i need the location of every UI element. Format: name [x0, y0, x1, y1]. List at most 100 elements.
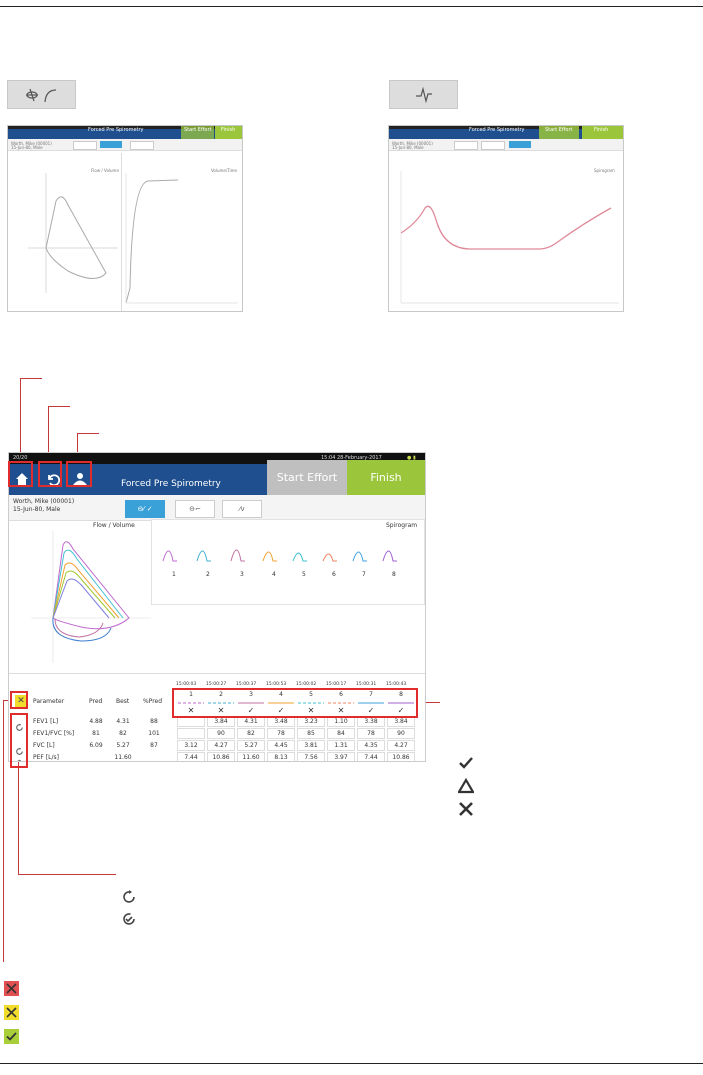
trial-value-cell [207, 752, 235, 761]
trial-time: 15:00:27 [206, 682, 227, 687]
row-parameter: PEF [L/s] [33, 754, 59, 761]
refresh-check-icon [121, 911, 137, 927]
trial-value-cell [267, 728, 295, 739]
thumb-tab-active [100, 141, 122, 148]
highlight-back [38, 461, 62, 487]
trial-value-cell [357, 740, 385, 751]
status-yellow-icon [4, 1005, 19, 1020]
top-rule [0, 6, 703, 7]
flow-volume-chart [31, 531, 151, 663]
annotation-line [3, 700, 4, 962]
row-best: 4.31 [116, 718, 130, 725]
highlight-home [8, 461, 33, 487]
trial-value-cell [327, 740, 355, 751]
spiro-trial-label: 2 [206, 571, 210, 578]
spirogram-chart [162, 549, 397, 562]
trial-time: 15:00:31 [356, 682, 377, 687]
trial-time: 15:00:17 [326, 682, 347, 687]
trial-value-cell [207, 740, 235, 751]
flow-volume-mode-button[interactable] [7, 80, 76, 109]
trial-value-cell [327, 752, 355, 761]
highlight-patient [66, 461, 92, 487]
thumb-finish-label: Finish [221, 127, 236, 133]
triangle-icon [458, 778, 474, 794]
row-pctpred: 101 [148, 730, 160, 737]
trial-value-cell [387, 752, 415, 761]
trial-value-cell [357, 728, 385, 739]
annotation-line [48, 406, 70, 407]
page-title: Forced Pre Spirometry [121, 479, 221, 489]
thumb-start-label: Start Effort [184, 127, 212, 133]
trial-value-cell [207, 728, 235, 739]
thumb-tab [130, 141, 154, 150]
trial-value-cell [267, 740, 295, 751]
status-green-icon [4, 1029, 19, 1044]
row-parameter: FEV1/FVC [%] [33, 730, 75, 737]
trial-time: 15:00:02 [296, 682, 317, 687]
row-pred: 81 [92, 730, 100, 737]
highlight-refresh-column [10, 713, 28, 768]
check-icon [458, 755, 474, 771]
bottom-rule [0, 1063, 703, 1064]
row-best: 11.60 [114, 754, 132, 761]
flow-volume-icon [26, 88, 57, 103]
row-best: 82 [119, 730, 127, 737]
thumb-patient-line2: 15-Jun-80, Male [392, 145, 424, 150]
spiro-trial-label: 1 [172, 571, 176, 578]
thumb-tab [454, 141, 478, 150]
trial-value-cell [297, 752, 325, 761]
col-pctpred: %Pred [143, 698, 163, 705]
thumb-start-label: Start Effort [545, 127, 573, 133]
spiro-trial-label: 8 [392, 571, 396, 578]
refresh-icon [121, 889, 137, 905]
annotation-line [20, 378, 21, 463]
row-pred: 4.88 [89, 718, 103, 725]
spiro-trial-label: 6 [332, 571, 336, 578]
start-effort-button[interactable]: Start Effort [267, 460, 347, 495]
annotation-line [18, 874, 116, 875]
thumb-tab [73, 141, 97, 150]
trial-value-cell [177, 752, 205, 761]
x-icon [458, 801, 474, 817]
patient-name: Worth, Mike (00001) [13, 498, 75, 505]
thumb-tab [481, 141, 505, 150]
annotation-line [77, 433, 99, 434]
trial-time: 15:00:37 [236, 682, 257, 687]
trial-value-cell [297, 740, 325, 751]
spirogram-thumbnail: Forced Pre Spirometry Start Effort Finis… [388, 125, 624, 312]
thumb-spirogram-curve [400, 171, 619, 304]
spirogram-icon [416, 86, 432, 104]
col-best: Best [116, 698, 130, 705]
trial-value-cell [177, 728, 205, 739]
annotation-line [20, 378, 42, 379]
trial-value-cell [357, 752, 385, 761]
row-parameter: FVC [L] [33, 742, 55, 749]
trial-value-cell [387, 728, 415, 739]
patient-bar: Worth, Mike (00001) 15-Jun-80, Male ⊖⁄ ✓… [9, 495, 425, 521]
thumb-flow-volume-curve [28, 173, 238, 304]
trial-value-cell [237, 728, 265, 739]
patient-dob: 15-Jun-80, Male [13, 506, 61, 513]
trial-value-cell [177, 740, 205, 751]
trial-value-cell [237, 740, 265, 751]
trial-value-cell [267, 752, 295, 761]
thumb-title: Forced Pre Spirometry [469, 127, 525, 133]
spiro-trial-label: 5 [302, 571, 306, 578]
row-pred: 6.09 [89, 742, 103, 749]
highlight-trial-columns [172, 688, 418, 718]
thumb-tab-active [509, 141, 531, 148]
col-pred: Pred [89, 698, 103, 705]
trial-value-cell [327, 728, 355, 739]
status-red-icon [4, 981, 19, 996]
tab-flow-volume[interactable]: ⊖⌐ [175, 500, 215, 518]
spirogram-mode-button[interactable] [389, 80, 458, 109]
highlight-session-status [10, 691, 28, 709]
finish-button[interactable]: Finish [347, 460, 425, 495]
thumb-title: Forced Pre Spirometry [88, 127, 144, 133]
trial-time: 15:00:03 [176, 682, 197, 687]
tab-spirogram[interactable]: ⁄v [222, 500, 262, 518]
row-pctpred: 87 [150, 742, 158, 749]
trial-time: 15:00:53 [266, 682, 287, 687]
row-best: 5.27 [116, 742, 130, 749]
tab-flow-volume-spirogram[interactable]: ⊖⁄ ✓ [125, 500, 165, 518]
